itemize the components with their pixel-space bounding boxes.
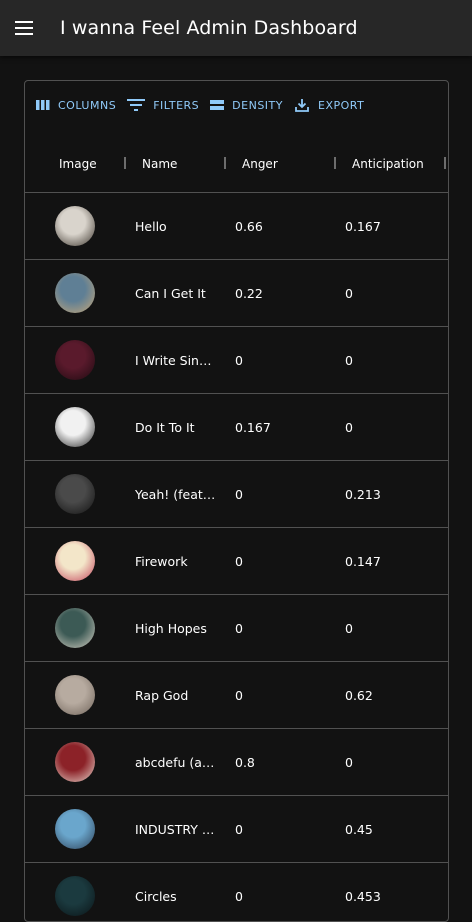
grid-body: Hello 0.66 0.167 Can I Get It 0.22 0 I Write S… [25, 193, 448, 921]
album-art-avatar [55, 474, 95, 514]
table-row[interactable]: Firework 0 0.147 [25, 528, 448, 595]
cell-name: abcdefu (a… [135, 754, 215, 770]
cell-anger: 0.167 [235, 419, 271, 435]
cell-anger: 0 [235, 821, 243, 837]
column-separator[interactable] [444, 157, 446, 169]
cell-name: Rap God [135, 687, 189, 703]
column-separator[interactable] [334, 157, 336, 169]
cell-anticipation: 0.45 [345, 821, 373, 837]
cell-anticipation: 0 [345, 285, 353, 301]
cell-name: Hello [135, 218, 167, 234]
table-row[interactable]: Hello 0.66 0.167 [25, 193, 448, 260]
column-header-anger[interactable]: Anger [242, 135, 278, 192]
album-art-avatar [55, 809, 95, 849]
cell-anticipation: 0 [345, 620, 353, 636]
export-button[interactable]: EXPORT [294, 97, 364, 113]
cell-anger: 0 [235, 352, 243, 368]
export-label: EXPORT [318, 98, 365, 112]
cell-anger: 0.66 [235, 218, 263, 234]
album-art-avatar [55, 273, 95, 313]
table-row[interactable]: Do It To It 0.167 0 [25, 394, 448, 461]
download-icon [295, 99, 309, 112]
album-art-avatar [55, 541, 95, 581]
album-art-avatar [55, 340, 95, 380]
cell-name: Firework [135, 553, 188, 569]
cell-anticipation: 0.453 [345, 888, 381, 904]
column-header-anticipation[interactable]: Anticipation [352, 135, 424, 192]
view-column-icon [36, 100, 50, 110]
cell-anticipation: 0 [345, 352, 353, 368]
cell-name: Do It To It [135, 419, 195, 435]
density-label: DENSITY [232, 98, 283, 112]
grid-toolbar: COLUMNS FILTERS DENSITY EXPORT [25, 81, 448, 129]
table-row[interactable]: Can I Get It 0.22 0 [25, 260, 448, 327]
album-art-avatar [55, 742, 95, 782]
cell-anticipation: 0 [345, 754, 353, 770]
album-art-avatar [55, 876, 95, 916]
density-button[interactable]: DENSITY [210, 99, 283, 112]
table-row[interactable]: I Write Sin… 0 0 [25, 327, 448, 394]
filters-label: FILTERS [153, 98, 200, 112]
table-row[interactable]: abcdefu (a… 0.8 0 [25, 729, 448, 796]
grid-header: Image Name Anger Anticipation [25, 135, 448, 193]
menu-button[interactable] [12, 16, 36, 40]
app-title: I wanna Feel Admin Dashboard [60, 17, 358, 39]
cell-anger: 0 [235, 888, 243, 904]
album-art-avatar [55, 608, 95, 648]
cell-name: Circles [135, 888, 177, 904]
cell-anger: 0 [235, 553, 243, 569]
filter-list-icon [127, 99, 146, 111]
cell-anger: 0 [235, 687, 243, 703]
cell-anger: 0 [235, 486, 243, 502]
album-art-avatar [55, 206, 95, 246]
table-row[interactable]: High Hopes 0 0 [25, 595, 448, 662]
columns-button[interactable]: COLUMNS [36, 99, 116, 112]
table-row[interactable]: Yeah! (feat… 0 0.213 [25, 461, 448, 528]
cell-anger: 0.22 [235, 285, 263, 301]
cell-anger: 0 [235, 620, 243, 636]
cell-name: High Hopes [135, 620, 207, 636]
data-grid: COLUMNS FILTERS DENSITY EXPORT Image Nam… [24, 80, 449, 922]
menu-icon [15, 21, 33, 35]
columns-label: COLUMNS [58, 98, 117, 112]
album-art-avatar [55, 675, 95, 715]
filters-button[interactable]: FILTERS [127, 98, 199, 112]
cell-name: Yeah! (feat… [135, 486, 215, 502]
app-bar: I wanna Feel Admin Dashboard [0, 0, 472, 56]
column-separator[interactable] [224, 157, 226, 169]
column-separator[interactable] [124, 157, 126, 169]
density-icon [210, 100, 225, 110]
table-row[interactable]: INDUSTRY … 0 0.45 [25, 796, 448, 863]
column-header-image[interactable]: Image [59, 135, 97, 192]
table-row[interactable]: Rap God 0 0.62 [25, 662, 448, 729]
cell-anticipation: 0.167 [345, 218, 381, 234]
cell-anticipation: 0.147 [345, 553, 381, 569]
cell-anticipation: 0.62 [345, 687, 373, 703]
cell-name: INDUSTRY … [135, 821, 215, 837]
cell-anticipation: 0 [345, 419, 353, 435]
table-row[interactable]: Circles 0 0.453 [25, 863, 448, 921]
cell-name: I Write Sin… [135, 352, 212, 368]
cell-anger: 0.8 [235, 754, 255, 770]
column-header-name[interactable]: Name [142, 135, 177, 192]
cell-name: Can I Get It [135, 285, 206, 301]
album-art-avatar [55, 407, 95, 447]
cell-anticipation: 0.213 [345, 486, 381, 502]
